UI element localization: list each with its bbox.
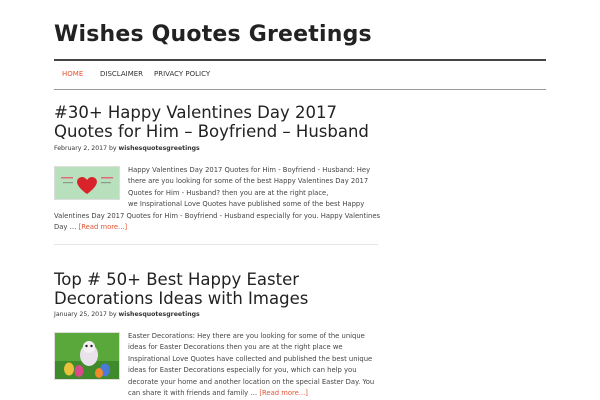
post-date: January 25, 2017	[54, 311, 107, 318]
post-meta: February 2, 2017 by wishesquotesgreeting…	[54, 145, 200, 152]
site-title[interactable]: Wishes Quotes Greetings	[54, 22, 372, 47]
excerpt-line: there are you looking for some of the be…	[128, 177, 369, 186]
excerpt-line: we Inspirational Love Quotes have publis…	[128, 200, 365, 209]
post-date: February 2, 2017	[54, 145, 108, 152]
excerpt-line: ideas for Easter Decorations then you ar…	[128, 343, 343, 352]
post-title-line[interactable]: #30+ Happy Valentines Day 2017	[54, 103, 384, 122]
excerpt-line: Day …	[54, 223, 77, 232]
post-title[interactable]: #30+ Happy Valentines Day 2017 Quotes fo…	[54, 103, 384, 141]
post-by: by	[108, 145, 117, 152]
excerpt-line: Easter Decorations: Hey there are you lo…	[128, 332, 365, 340]
primary-nav: HOME DISCLAIMER PRIVACY POLICY	[54, 59, 546, 90]
excerpt-line: Valentines Day 2017 Quotes for Him - Boy…	[54, 212, 381, 220]
excerpt-line: Quotes for Him - Husband? then you are a…	[128, 188, 329, 197]
excerpt-line: decorate your home and another location …	[128, 377, 375, 386]
post-meta: January 25, 2017 by wishesquotesgreeting…	[54, 311, 200, 318]
post-excerpt-continued: Valentines Day 2017 Quotes for Him - Boy…	[54, 211, 384, 234]
post-title-line[interactable]: Decorations Ideas with Images	[54, 289, 384, 308]
easter-decoration-image	[55, 333, 119, 379]
post-by: by	[108, 311, 117, 318]
nav-item-privacy-policy[interactable]: PRIVACY POLICY	[154, 70, 210, 78]
post-excerpt: Happy Valentines Day 2017 Quotes for Him…	[128, 165, 388, 211]
nav-item-home[interactable]: HOME	[62, 70, 83, 78]
post-title-line[interactable]: Top # 50+ Best Happy Easter	[54, 270, 384, 289]
nav-item-disclaimer[interactable]: DISCLAIMER	[100, 70, 143, 78]
post-excerpt: Easter Decorations: Hey there are you lo…	[128, 331, 388, 399]
excerpt-line: can share it with friends and family …	[128, 389, 258, 398]
post-title[interactable]: Top # 50+ Best Happy Easter Decorations …	[54, 270, 384, 308]
excerpt-line: ideas for Easter Decorations especially …	[128, 366, 357, 375]
read-more-link[interactable]: [Read more...]	[79, 223, 128, 231]
post-title-line[interactable]: Quotes for Him – Boyfriend – Husband	[54, 122, 384, 141]
post-thumbnail[interactable]	[54, 332, 120, 380]
valentine-heart-image	[55, 167, 119, 199]
post-author[interactable]: wishesquotesgreetings	[119, 311, 200, 318]
excerpt-line: Inspirational Love Quotes have collected…	[128, 354, 373, 363]
post-author[interactable]: wishesquotesgreetings	[119, 145, 200, 152]
post-thumbnail[interactable]	[54, 166, 120, 200]
post-divider	[54, 244, 378, 245]
read-more-link[interactable]: [Read more...]	[259, 389, 308, 397]
excerpt-line: Happy Valentines Day 2017 Quotes for Him…	[128, 166, 371, 174]
